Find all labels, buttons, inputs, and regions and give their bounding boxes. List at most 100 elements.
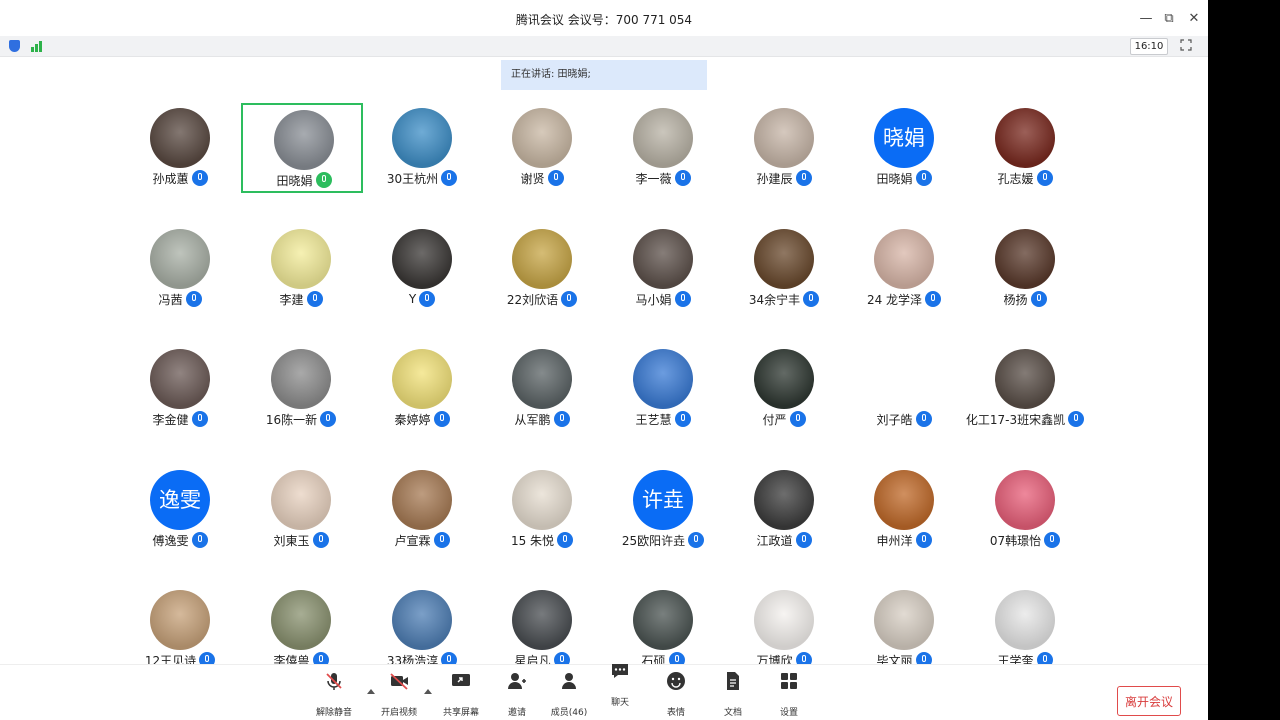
participant-name: 12王见诗 [144,653,197,665]
mic-icon [191,532,208,548]
mic-icon [312,532,329,548]
avatar [150,108,210,168]
participant-name: 王学奎 [997,653,1034,665]
avatar [754,590,814,650]
mic-icon [557,532,574,548]
avatar [392,470,452,530]
participant-name: Y [408,292,417,306]
avatar [633,590,693,650]
participant-name: 秦婷婷 [394,412,431,427]
participant-name: 申州洋 [876,533,913,548]
leave-meeting-button[interactable]: 离开会议 [1117,686,1181,716]
meeting-window: 腾讯会议 会议号：700 771 054 — ⧉ ✕ 16:10 孙成蕙 田晓娟 3… [0,0,1208,720]
participant-name-row: 杨扬 [934,290,1116,308]
avatar [150,349,210,409]
avatar [754,349,814,409]
chat-button[interactable]: 聊天 [592,659,648,709]
participant-name: 刘子皓 [876,412,913,427]
avatar [392,590,452,650]
avatar [274,110,334,170]
mic-icon [789,411,806,427]
participant-name: 刘東玉 [273,533,310,548]
participant-tile[interactable]: 07韩璟怡 [964,465,1086,555]
avatar [633,108,693,168]
avatar [512,108,572,168]
participant-name: 田晓娟 [276,173,313,188]
document-icon [727,672,739,690]
members-label: 成员(46) [550,708,588,718]
participant-name-row: 王学奎 [934,651,1116,664]
participant-name: 杨扬 [1003,292,1028,307]
mic-icon [547,170,564,186]
mic-icon [1044,532,1061,548]
avatar [754,470,814,530]
participant-tile[interactable]: 化工17-3班宋鑫凯 [964,344,1086,434]
mic-muted-icon [326,673,342,690]
emoji-icon [667,672,685,690]
mic-icon [915,170,932,186]
avatar [874,470,934,530]
invite-button[interactable]: 邀请 [489,669,545,719]
unmute-button[interactable]: 解除静音 [306,669,362,719]
docs-label: 文档 [723,708,742,718]
avatar [150,229,210,289]
participant-name: 田晓娟 [876,171,913,186]
avatar [512,349,572,409]
mic-icon [185,291,202,307]
mic-icon [674,411,691,427]
video-options-caret[interactable] [424,689,432,694]
participant-name: 万博欣 [756,653,793,665]
mic-icon [433,411,450,427]
participant-name-row: 孔志媛 [934,169,1116,187]
docs-button[interactable]: 文档 [705,669,761,719]
participant-name: 07韩璟怡 [989,533,1042,548]
participant-name: 从军鹏 [514,412,551,427]
participant-tile[interactable]: 王学奎 [964,585,1086,664]
participant-name: 24 龙学泽 [866,292,923,307]
participant-name: 15 朱悦 [510,533,555,548]
participant-name: 34余宁丰 [748,292,801,307]
mic-icon [553,652,570,664]
participant-name: 傅逸雯 [152,533,189,548]
emoji-label: 表情 [666,708,685,718]
participant-tile[interactable]: 孔志媛 [964,103,1086,193]
avatar [995,470,1055,530]
mic-icon [668,652,685,664]
members-icon [562,673,576,689]
mic-icon [795,652,812,664]
avatar [392,349,452,409]
mic-icon [674,291,691,307]
participant-tile[interactable]: 杨扬 [964,224,1086,314]
mic-icon [915,411,932,427]
toolbar: 解除静音 开启视频 共享屏幕 邀请 成员(46) 聊天 表情 文档 设置 离开会… [0,664,1208,720]
avatar [995,590,1055,650]
participant-name: 孙成蕙 [152,171,189,186]
participant-name: 毕文丽 [876,653,913,665]
share-screen-button[interactable]: 共享屏幕 [433,669,489,719]
mic-icon [1036,652,1053,664]
participant-name: 孔志媛 [997,171,1034,186]
video-off-icon [390,673,408,690]
avatar [874,229,934,289]
share-screen-label: 共享屏幕 [442,708,479,718]
chat-icon [612,664,628,678]
participant-name: 33杨浩淳 [386,653,439,665]
avatar [633,349,693,409]
mic-icon [1068,411,1085,427]
participant-name: 25欧阳许垚 [621,533,686,548]
invite-label: 邀请 [507,708,526,718]
emoji-button[interactable]: 表情 [648,669,704,719]
avatar [633,229,693,289]
settings-button[interactable]: 设置 [761,669,817,719]
add-user-icon [508,673,526,689]
participant-name-row: 化工17-3班宋鑫凯 [934,410,1116,428]
avatar [271,349,331,409]
mic-icon [915,532,932,548]
mic-icon [191,411,208,427]
start-video-button[interactable]: 开启视频 [371,669,427,719]
members-button[interactable]: 成员(46) [541,669,597,719]
avatar [392,229,452,289]
avatar [392,108,452,168]
avatar [754,229,814,289]
grid-settings-icon [781,673,797,689]
